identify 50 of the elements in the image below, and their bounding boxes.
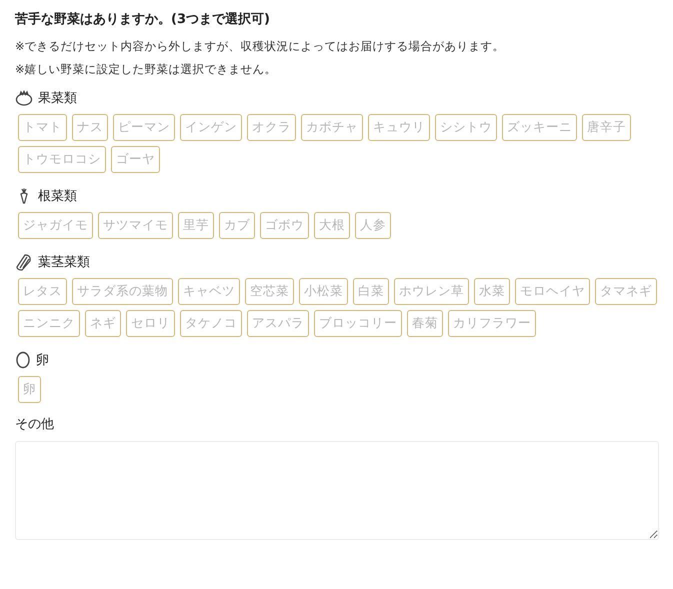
vegetable-option[interactable]: カボチャ bbox=[301, 114, 363, 141]
vegetable-option[interactable]: インゲン bbox=[180, 114, 242, 141]
vegetable-option[interactable]: 小松菜 bbox=[299, 278, 348, 305]
vegetable-option[interactable]: 白菜 bbox=[353, 278, 389, 305]
vegetable-option[interactable]: トマト bbox=[18, 114, 67, 141]
note-text: ※嬉しい野菜に設定した野菜は選択できません。 bbox=[15, 61, 278, 78]
vegetable-option[interactable]: トウモロコシ bbox=[18, 146, 106, 173]
vegetable-option[interactable]: カリフラワー bbox=[448, 310, 536, 337]
vegetable-option[interactable]: ホウレン草 bbox=[394, 278, 469, 305]
vegetable-option[interactable]: サラダ系の葉物 bbox=[72, 278, 173, 305]
vegetable-option[interactable]: 卵 bbox=[18, 376, 41, 403]
vegetable-option[interactable]: カブ bbox=[219, 212, 255, 239]
vegetable-option[interactable]: レタス bbox=[18, 278, 67, 305]
vegetable-option[interactable]: サツマイモ bbox=[98, 212, 173, 239]
vegetable-option[interactable]: 里芋 bbox=[178, 212, 214, 239]
vegetable-option[interactable]: シシトウ bbox=[435, 114, 497, 141]
vegetable-option[interactable]: 唐辛子 bbox=[582, 114, 631, 141]
vegetable-option[interactable]: 空芯菜 bbox=[245, 278, 294, 305]
vegetable-option[interactable]: セロリ bbox=[126, 310, 175, 337]
vegetable-option[interactable]: タマネギ bbox=[595, 278, 657, 305]
vegetable-option[interactable]: ピーマン bbox=[113, 114, 175, 141]
vegetable-option[interactable]: ゴボウ bbox=[260, 212, 309, 239]
vegetable-option[interactable]: ニンニク bbox=[18, 310, 80, 337]
tomato-icon bbox=[15, 90, 33, 106]
leaf-icon bbox=[15, 253, 33, 271]
vegetable-option[interactable]: 大根 bbox=[314, 212, 350, 239]
other-input-field[interactable] bbox=[15, 441, 659, 540]
vegetable-option[interactable]: ナス bbox=[72, 114, 108, 141]
vegetable-option[interactable]: ズッキーニ bbox=[502, 114, 577, 141]
vegetable-option[interactable]: キュウリ bbox=[368, 114, 430, 141]
vegetable-option[interactable]: オクラ bbox=[247, 114, 296, 141]
vegetable-option[interactable]: キャベツ bbox=[178, 278, 240, 305]
vegetable-option[interactable]: ブロッコリー bbox=[314, 310, 402, 337]
vegetable-option[interactable]: 春菊 bbox=[407, 310, 443, 337]
vegetable-option[interactable]: 水菜 bbox=[474, 278, 510, 305]
vegetable-option[interactable]: アスパラ bbox=[247, 310, 309, 337]
vegetable-option[interactable]: ゴーヤ bbox=[111, 146, 160, 173]
category-label: 葉茎菜類 bbox=[38, 254, 90, 271]
vegetable-option[interactable]: 人参 bbox=[355, 212, 391, 239]
other-label: その他 bbox=[15, 416, 55, 433]
category-label: 卵 bbox=[36, 352, 49, 369]
vegetable-option[interactable]: モロヘイヤ bbox=[515, 278, 590, 305]
note-text: ※できるだけセット内容から外しますが、収穫状況によってはお届けする場合があります。 bbox=[15, 38, 506, 55]
egg-icon bbox=[15, 351, 31, 369]
vegetable-option[interactable]: ジャガイモ bbox=[18, 212, 93, 239]
category-label: 根菜類 bbox=[38, 188, 77, 205]
vegetable-option[interactable]: タケノコ bbox=[180, 310, 242, 337]
category-label: 果菜類 bbox=[38, 90, 77, 107]
question-title: 苦手な野菜はありますか。(3つまで選択可) bbox=[15, 10, 271, 29]
vegetable-option[interactable]: ネギ bbox=[85, 310, 121, 337]
